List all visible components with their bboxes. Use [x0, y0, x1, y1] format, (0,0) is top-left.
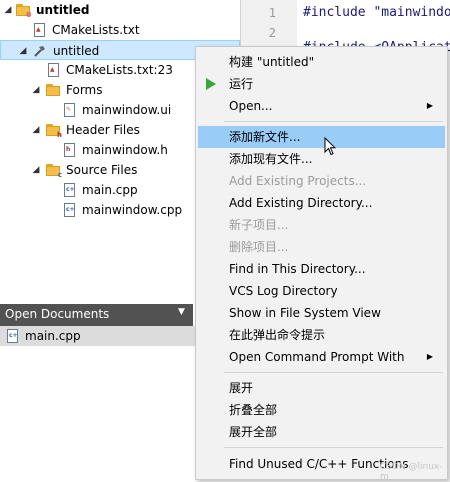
header-files-label: Header Files	[66, 123, 140, 137]
menu-item-remove-project: 删除项目...	[198, 236, 445, 258]
menu-item-vcs-log-directory[interactable]: VCS Log Directory	[198, 280, 445, 302]
open-document-label: main.cpp	[25, 329, 81, 343]
menu-item-label: Open...	[229, 99, 273, 113]
menu-item-expand[interactable]: 展开	[198, 377, 445, 399]
source-folder-icon: c	[46, 163, 62, 179]
menu-item-label: 构建 "untitled"	[229, 55, 315, 69]
cpp-file-icon: c+	[64, 183, 75, 197]
project-folder-icon: ⚙	[16, 3, 32, 19]
menu-item-run[interactable]: 运行	[198, 73, 445, 95]
untitled-label: untitled	[53, 44, 100, 58]
cpp-file-icon: c+	[7, 329, 18, 343]
menu-separator	[224, 447, 443, 448]
root-project-label: untitled	[36, 3, 90, 17]
menu-item-label: 折叠全部	[229, 403, 278, 417]
menu-item-add-existing-directory[interactable]: Add Existing Directory...	[198, 192, 445, 214]
submenu-arrow-icon: ▶	[426, 352, 433, 361]
menu-item-label: 运行	[229, 77, 254, 91]
forms-label: Forms	[66, 83, 103, 97]
tree-item-root-project[interactable]: ◢ ⚙ untitled	[0, 0, 240, 20]
menu-item-label: 删除项目...	[229, 240, 289, 254]
cmake-file-icon: ▲	[34, 23, 45, 37]
watermark: CSDN @linux-m	[380, 462, 443, 482]
context-menu: 构建 "untitled" 运行 Open... ▶ 添加新文件... 添加现有…	[195, 46, 448, 480]
line-number: 1	[268, 6, 276, 20]
tree-item-root-cmakelists[interactable]: ▲ CMakeLists.txt	[0, 20, 240, 40]
open-documents-header[interactable]: Open Documents ▼	[0, 304, 193, 326]
mouse-cursor-icon	[324, 136, 337, 159]
menu-item-label: Show in File System View	[229, 306, 381, 320]
menu-item-collapse-all[interactable]: 折叠全部	[198, 399, 445, 421]
menu-item-build[interactable]: 构建 "untitled"	[198, 51, 445, 73]
menu-separator	[224, 372, 443, 373]
collapse-arrow-icon[interactable]: ◢	[30, 120, 42, 140]
source-files-label: Source Files	[66, 163, 138, 177]
collapse-arrow-icon[interactable]: ◢	[17, 41, 29, 61]
menu-item-label: Open Command Prompt With	[229, 350, 405, 364]
menu-item-open-command-prompt-with[interactable]: Open Command Prompt With ▶	[198, 346, 445, 368]
collapse-arrow-icon[interactable]: ◢	[30, 160, 42, 180]
submenu-arrow-icon: ▶	[426, 101, 433, 110]
hammer-icon	[33, 44, 47, 58]
collapse-arrow-icon[interactable]: ◢	[30, 80, 42, 100]
open-documents-title: Open Documents	[5, 307, 110, 321]
menu-item-open-command-prompt-here[interactable]: 在此弹出命令提示	[198, 324, 445, 346]
line-number: 2	[268, 26, 276, 40]
menu-item-add-existing-files[interactable]: 添加现有文件...	[198, 148, 445, 170]
code-line: #include "mainwindo	[303, 5, 450, 20]
mainwindow-ui-label: mainwindow.ui	[82, 103, 172, 117]
root-cmakelists-label: CMakeLists.txt	[52, 23, 140, 37]
menu-separator	[224, 121, 443, 122]
menu-item-label: 在此弹出命令提示	[229, 328, 326, 342]
menu-item-add-new-file[interactable]: 添加新文件...	[198, 126, 445, 148]
cpp-file-icon: c+	[64, 203, 75, 217]
collapse-arrow-icon[interactable]: ◢	[2, 0, 14, 20]
menu-item-find-in-directory[interactable]: Find in This Directory...	[198, 258, 445, 280]
header-folder-icon: h	[46, 123, 62, 139]
menu-item-add-existing-projects: Add Existing Projects...	[198, 170, 445, 192]
mainwindow-h-label: mainwindow.h	[82, 143, 168, 157]
menu-item-label: VCS Log Directory	[229, 284, 338, 298]
folder-icon	[46, 83, 60, 97]
menu-item-show-in-file-system-view[interactable]: Show in File System View	[198, 302, 445, 324]
menu-item-label: Add Existing Projects...	[229, 174, 367, 188]
menu-item-label: Find in This Directory...	[229, 262, 366, 276]
cmake-file-icon: ▲	[48, 63, 59, 77]
dropdown-arrow-icon[interactable]: ▼	[178, 307, 185, 317]
main-cpp-label: main.cpp	[82, 183, 138, 197]
menu-item-label: 添加现有文件...	[229, 152, 313, 166]
mainwindow-cpp-label: mainwindow.cpp	[82, 203, 183, 217]
header-file-icon: h	[64, 143, 75, 157]
menu-item-open[interactable]: Open... ▶	[198, 95, 445, 117]
menu-item-label: 展开全部	[229, 425, 278, 439]
ui-file-icon: ✎	[64, 103, 75, 117]
menu-item-label: 展开	[229, 381, 254, 395]
menu-item-new-subproject: 新子项目...	[198, 214, 445, 236]
menu-item-label: Add Existing Directory...	[229, 196, 373, 210]
cmakelists-23-label: CMakeLists.txt:23	[66, 63, 173, 77]
menu-item-label: 新子项目...	[229, 218, 289, 232]
run-icon	[206, 78, 216, 90]
menu-item-label: 添加新文件...	[229, 130, 301, 144]
menu-item-expand-all[interactable]: 展开全部	[198, 421, 445, 443]
